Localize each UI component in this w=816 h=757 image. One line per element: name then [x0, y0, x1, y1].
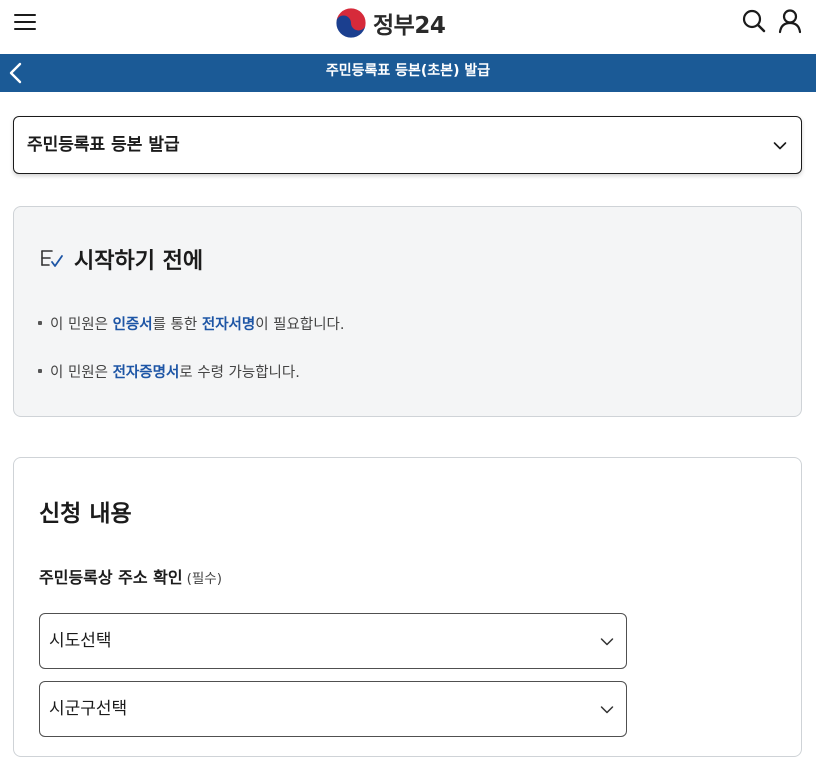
- notice-item: 이 민원은 전자증명서로 수령 가능합니다.: [38, 361, 300, 382]
- document-type-select[interactable]: 주민등록표 등본 발급: [13, 116, 802, 174]
- top-header: 정부24: [0, 0, 816, 54]
- sido-select[interactable]: 시도선택: [39, 613, 627, 669]
- required-mark: (필수): [186, 571, 222, 587]
- document-type-selected: 주민등록표 등본 발급: [27, 135, 180, 155]
- chevron-down-icon: [600, 638, 614, 646]
- taegeuk-logo-icon: [335, 7, 367, 39]
- bullet-icon: [38, 369, 42, 373]
- checklist-icon: [41, 250, 63, 267]
- user-icon[interactable]: [777, 8, 803, 34]
- application-card: 신청 내용 주민등록상 주소 확인 (필수) 시도선택 시군구선택: [13, 457, 802, 757]
- application-title: 신청 내용: [39, 501, 132, 527]
- menu-icon[interactable]: [14, 12, 36, 32]
- search-icon[interactable]: [741, 8, 767, 34]
- notice-item: 이 민원은 인증서를 통한 전자서명이 필요합니다.: [38, 313, 345, 334]
- sigungu-select[interactable]: 시군구선택: [39, 681, 627, 737]
- sido-select-label: 시도선택: [49, 631, 112, 651]
- sigungu-select-label: 시군구선택: [49, 699, 128, 719]
- notice-box: 시작하기 전에 이 민원은 인증서를 통한 전자서명이 필요합니다. 이 민원은…: [13, 206, 802, 417]
- page-title: 주민등록표 등본(초본) 발급: [325, 63, 491, 79]
- e-certificate-text: 전자증명서: [112, 365, 180, 381]
- chevron-down-icon: [600, 706, 614, 714]
- e-signature-text: 전자서명: [201, 317, 256, 333]
- certificate-link-text: 인증서: [112, 317, 153, 333]
- chevron-down-icon: [773, 142, 787, 150]
- address-field-label: 주민등록상 주소 확인 (필수): [39, 568, 222, 587]
- logo[interactable]: 정부24: [335, 7, 446, 39]
- bullet-icon: [38, 321, 42, 325]
- logo-text: 정부24: [373, 13, 446, 39]
- notice-header: 시작하기 전에: [40, 243, 203, 275]
- page-navbar: 주민등록표 등본(초본) 발급: [0, 54, 816, 92]
- notice-title: 시작하기 전에: [74, 249, 204, 274]
